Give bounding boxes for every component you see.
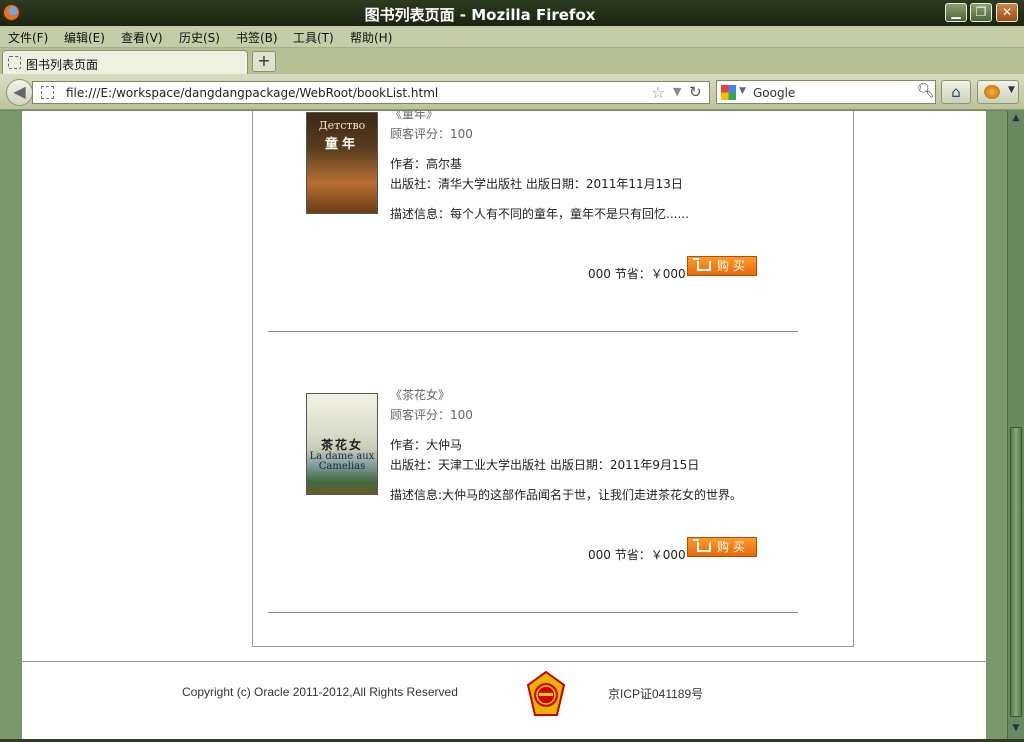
- title-bar: 图书列表页面 - Mozilla Firefox ▁ ❐ ✕: [0, 0, 1024, 26]
- reload-icon[interactable]: ↻: [689, 83, 702, 101]
- browser-viewport: Детство 童年 《童年》 顾客评分：100 作者：高尔基 出版社：清华大学…: [0, 111, 1024, 742]
- google-icon[interactable]: [721, 85, 736, 100]
- chevron-down-icon[interactable]: ▼: [1008, 85, 1015, 95]
- page-icon: [41, 86, 54, 99]
- book-cover-image[interactable]: 茶花女 La dame aux Camelias: [306, 393, 378, 495]
- buy-label: 购买: [717, 540, 750, 554]
- addon-button[interactable]: ▼: [977, 80, 1019, 104]
- menu-edit[interactable]: 编辑(E): [64, 29, 105, 46]
- chevron-down-icon[interactable]: ▼: [739, 86, 746, 96]
- menu-file[interactable]: 文件(F): [8, 29, 48, 46]
- scroll-down-icon[interactable]: ▼: [1010, 723, 1022, 735]
- maximize-button[interactable]: ❐: [970, 3, 992, 22]
- book-publisher-info: 出版社：天津工业大学出版社 出版日期：2011年9月15日: [390, 458, 700, 472]
- home-button[interactable]: ⌂: [941, 80, 971, 104]
- vertical-scrollbar[interactable]: ▲ ▼: [1007, 111, 1024, 739]
- book-description: 描述信息：每个人有不同的童年，童年不是只有回忆......: [390, 207, 689, 221]
- close-button[interactable]: ✕: [996, 3, 1018, 22]
- book-divider: [268, 612, 798, 613]
- book-title-link[interactable]: 《童年》: [390, 111, 438, 122]
- firebug-icon: [984, 85, 1000, 99]
- menu-bookmarks[interactable]: 书签(B): [236, 29, 278, 46]
- page-body: Детство 童年 《童年》 顾客评分：100 作者：高尔基 出版社：清华大学…: [22, 111, 986, 739]
- book-author: 作者：高尔基: [390, 157, 463, 171]
- footer-icp-number: 京ICP证041189号: [608, 687, 704, 701]
- cover-cyrillic-title: Детство: [318, 119, 366, 132]
- book-rating: 顾客评分：100: [390, 408, 473, 422]
- book-price: 000 节省：￥000: [588, 267, 686, 281]
- page-icon: [8, 56, 21, 69]
- arrow-left-icon: ◀: [13, 82, 26, 101]
- menu-help[interactable]: 帮助(H): [350, 29, 392, 46]
- menu-history[interactable]: 历史(S): [179, 29, 220, 46]
- book-cover-image[interactable]: Детство 童年: [306, 112, 378, 214]
- cart-icon: [693, 258, 711, 271]
- back-button[interactable]: ◀: [6, 79, 33, 106]
- scroll-up-icon[interactable]: ▲: [1010, 113, 1022, 125]
- footer-divider: [22, 661, 986, 662]
- cover-chinese-title: 童年: [324, 137, 359, 152]
- minimize-button[interactable]: ▁: [945, 3, 967, 22]
- search-icon[interactable]: 🔍︎: [917, 83, 935, 99]
- navigation-bar: ◀ file:///E:/workspace/dangdangpackage/W…: [0, 74, 1024, 110]
- buy-button[interactable]: 购买: [687, 256, 757, 276]
- url-bar[interactable]: file:///E:/workspace/dangdangpackage/Web…: [32, 81, 710, 104]
- book-rating: 顾客评分：100: [390, 127, 473, 141]
- home-icon: ⌂: [951, 83, 961, 101]
- tab-bar: 图书列表页面 +: [0, 48, 1024, 74]
- new-tab-button[interactable]: +: [252, 51, 276, 72]
- tab-label: 图书列表页面: [26, 58, 99, 72]
- cover-latin-title: La dame aux Camelias: [309, 451, 375, 472]
- menu-view[interactable]: 查看(V): [121, 29, 163, 46]
- tab-book-list[interactable]: 图书列表页面: [2, 50, 248, 74]
- book-price: 000 节省：￥000: [588, 548, 686, 562]
- book-title-link[interactable]: 《茶花女》: [390, 386, 450, 403]
- menu-bar: 文件(F) 编辑(E) 查看(V) 历史(S) 书签(B) 工具(T) 帮助(H…: [0, 26, 1024, 48]
- window-title: 图书列表页面 - Mozilla Firefox: [364, 6, 596, 24]
- buy-label: 购买: [717, 259, 750, 273]
- chevron-down-icon[interactable]: ▼: [673, 85, 681, 98]
- book-description: 描述信息:大仲马的这部作品闻名于世，让我们走进茶花女的世界。: [390, 488, 743, 502]
- footer-copyright: Copyright (c) Oracle 2011-2012,All Right…: [182, 685, 458, 699]
- book-author: 作者：大仲马: [390, 438, 463, 452]
- book-publisher-info: 出版社：清华大学出版社 出版日期：2011年11月13日: [390, 177, 683, 191]
- book-divider: [268, 331, 798, 332]
- search-engine-label[interactable]: Google: [753, 86, 795, 100]
- url-text[interactable]: file:///E:/workspace/dangdangpackage/Web…: [66, 86, 438, 100]
- bookmark-star-icon[interactable]: ☆: [651, 83, 665, 102]
- cart-icon: [693, 539, 711, 552]
- scrollbar-thumb[interactable]: [1010, 427, 1022, 717]
- book-list-container: Детство 童年 《童年》 顾客评分：100 作者：高尔基 出版社：清华大学…: [252, 111, 854, 647]
- search-bar[interactable]: ▼ Google 🔍︎: [716, 80, 936, 104]
- menu-tools[interactable]: 工具(T): [293, 29, 334, 46]
- emblem-logo-icon: [527, 671, 565, 716]
- buy-button[interactable]: 购买: [687, 537, 757, 557]
